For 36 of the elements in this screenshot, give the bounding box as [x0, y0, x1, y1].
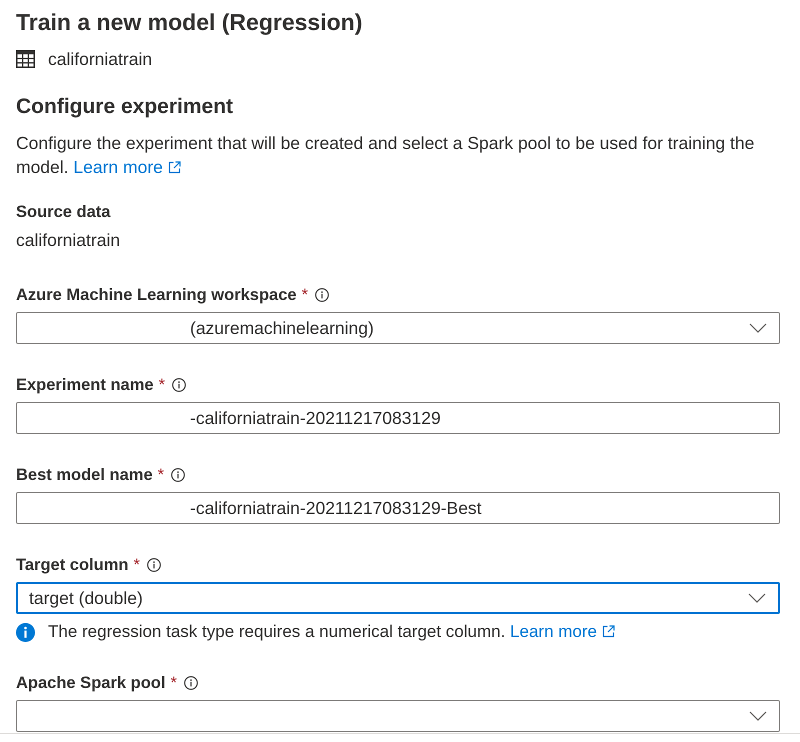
dropdown[interactable]: (azuremachinelearning)	[16, 312, 780, 344]
field-label: Target column	[16, 554, 128, 576]
dropdown[interactable]: target (double)	[16, 582, 780, 614]
required-asterisk: *	[158, 464, 164, 486]
info-icon	[146, 558, 161, 572]
text-field[interactable]: -californiatrain-20211217083129	[16, 402, 780, 434]
page-title: Train a new model (Regression)	[16, 8, 364, 37]
info-icon	[184, 676, 198, 690]
info-message: The regression task type requires a numerical target column. Learn more	[48, 619, 615, 645]
info-icon	[171, 468, 186, 482]
chevron-down-icon	[749, 711, 767, 721]
info-icon	[315, 288, 330, 302]
dataset-name: californiatrain	[48, 48, 152, 71]
field-label: Experiment name	[16, 374, 154, 396]
learn-more-link[interactable]: Learn more	[73, 157, 181, 177]
learn-more-link[interactable]: Learn more	[510, 622, 615, 642]
field-label: Best model name	[16, 464, 153, 486]
field-label: Azure Machine Learning workspace	[16, 284, 297, 306]
section-description: Configure the experiment that will be created and select a Spark pool to be used for training the model. Learn more	[16, 132, 756, 179]
section-title: Configure experiment	[16, 94, 234, 120]
required-asterisk: *	[302, 284, 308, 306]
info-filled-icon	[16, 622, 35, 642]
field-label: Apache Spark pool	[16, 672, 166, 694]
required-asterisk: *	[158, 374, 165, 396]
external-link-icon	[168, 161, 181, 174]
source-data-value: californiatrain	[16, 230, 122, 250]
required-asterisk: *	[170, 672, 177, 694]
dropdown[interactable]	[16, 700, 780, 732]
chevron-down-icon	[749, 323, 767, 333]
required-asterisk: *	[133, 554, 140, 576]
external-link-icon	[602, 625, 615, 638]
info-icon	[172, 378, 186, 392]
source-data-label: Source data	[16, 202, 112, 222]
chevron-down-icon	[748, 593, 766, 603]
table-icon	[16, 50, 35, 68]
text-field[interactable]: -californiatrain-20211217083129-Best	[16, 492, 780, 524]
